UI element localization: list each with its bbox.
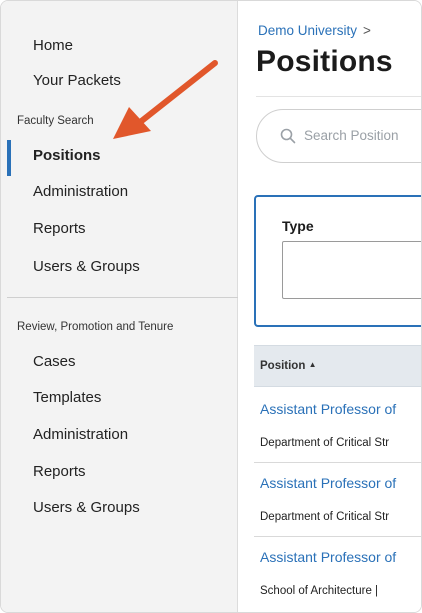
table-row-1-title-link[interactable]: Assistant Professor of [260, 401, 396, 417]
table-row-2-subtitle: Department of Critical Str [260, 511, 390, 523]
app-window: Home Your Packets Faculty Search Positio… [0, 0, 422, 613]
sidebar-item-your-packets[interactable]: Your Packets [33, 72, 121, 89]
sidebar-item-templates[interactable]: Templates [33, 389, 101, 406]
sidebar-item-rpt-administration[interactable]: Administration [33, 426, 128, 443]
sidebar-item-positions[interactable]: Positions [33, 147, 101, 164]
table-row-1-subtitle: Department of Critical Str [260, 437, 390, 449]
sidebar-item-rpt-users-groups[interactable]: Users & Groups [33, 499, 140, 516]
table-row-2-title-link[interactable]: Assistant Professor of [260, 475, 396, 491]
sidebar-item-users-groups[interactable]: Users & Groups [33, 258, 140, 275]
main-content: Demo University > Positions Search Positi… [238, 1, 421, 612]
sidebar-section-review-promotion-tenure: Review, Promotion and Tenure [17, 321, 174, 333]
sidebar-divider [7, 297, 238, 298]
search-icon [280, 128, 296, 144]
breadcrumb-separator: > [363, 23, 371, 38]
table-row-3-title-link[interactable]: Assistant Professor of [260, 549, 396, 565]
search-input[interactable]: Search Position [304, 128, 399, 143]
sidebar-item-administration[interactable]: Administration [33, 183, 128, 200]
column-header-position[interactable]: Position ▲ [260, 360, 317, 372]
breadcrumb-link-demo-university[interactable]: Demo University [258, 23, 357, 38]
table-header: Position ▲ [254, 345, 421, 387]
sidebar-active-indicator [7, 140, 11, 176]
sidebar-section-faculty-search: Faculty Search [17, 115, 94, 127]
page-title: Positions [256, 45, 393, 78]
filter-type-label: Type [282, 218, 314, 234]
table-row-3-subtitle: School of Architecture | [260, 585, 379, 597]
table-row-divider [254, 536, 421, 537]
sidebar-item-rpt-reports[interactable]: Reports [33, 463, 86, 480]
sidebar-item-reports[interactable]: Reports [33, 220, 86, 237]
table-row-divider [254, 462, 421, 463]
header-divider [256, 96, 421, 97]
filter-panel: Type [254, 195, 421, 327]
sidebar: Home Your Packets Faculty Search Positio… [1, 1, 238, 612]
sort-ascending-icon: ▲ [308, 360, 317, 369]
breadcrumb: Demo University > [258, 23, 371, 38]
search-box[interactable]: Search Position [256, 109, 421, 163]
sidebar-item-home[interactable]: Home [33, 37, 73, 54]
sidebar-item-cases[interactable]: Cases [33, 353, 76, 370]
filter-type-input[interactable] [282, 241, 421, 299]
